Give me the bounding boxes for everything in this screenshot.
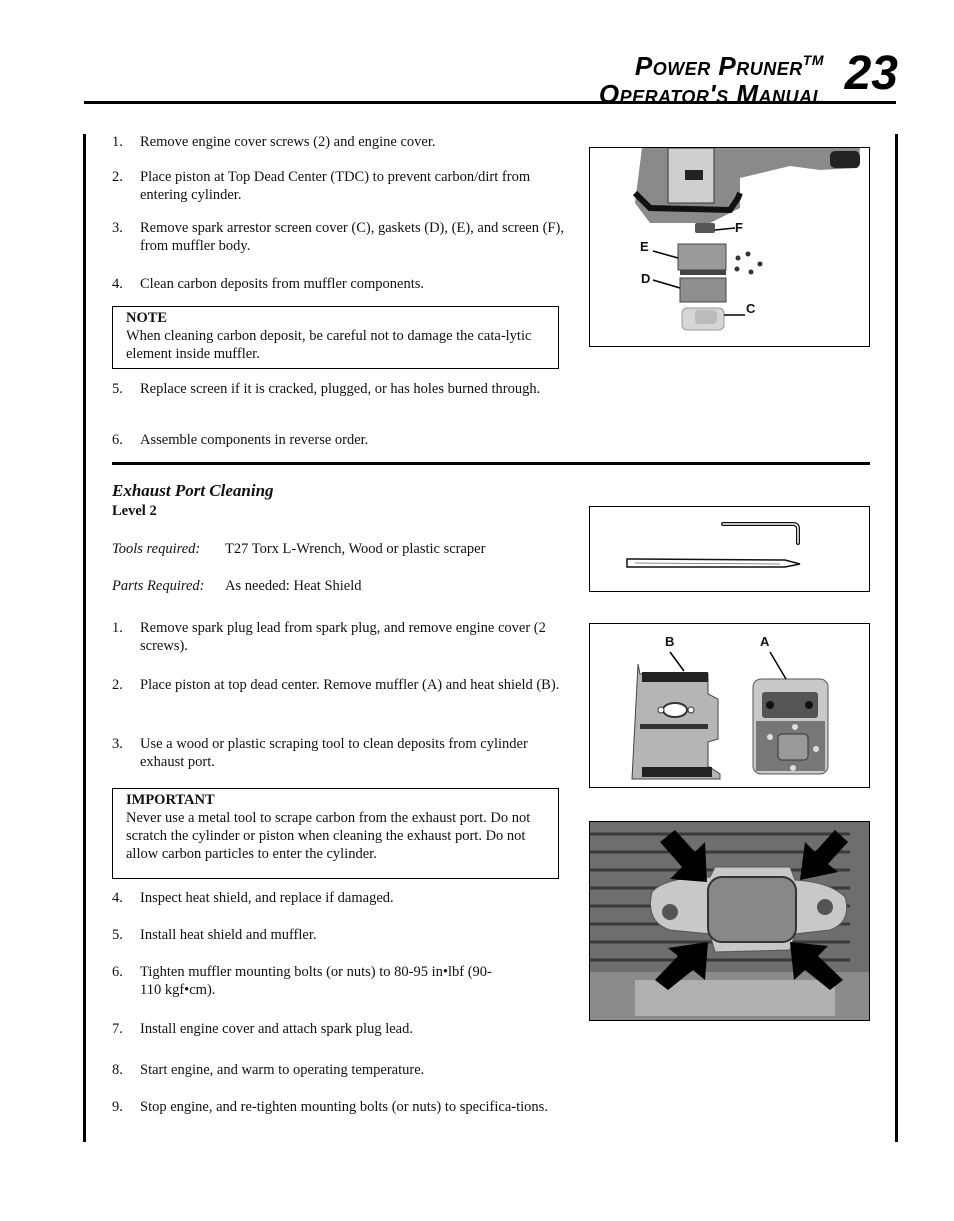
figure-shield-muffler: B A <box>589 623 870 788</box>
step-text: Tighten muffler mounting bolts (or nuts)… <box>140 964 492 998</box>
exhaust-step: 9. Stop engine, and re-tighten mounting … <box>112 1098 564 1116</box>
page-number: 23 <box>844 47 898 100</box>
step-text: Install heat shield and muffler. <box>140 927 317 943</box>
step-text: Place piston at top dead center. Remove … <box>140 677 560 693</box>
step-number: 2. <box>112 169 123 185</box>
left-margin-rule <box>83 134 86 1142</box>
tools-value: T27 Torx L-Wrench, Wood or plastic scrap… <box>225 541 486 557</box>
step-number: 1. <box>112 620 123 636</box>
important-box: IMPORTANT Never use a metal tool to scra… <box>112 788 559 879</box>
exhaust-step: 2. Place piston at top dead center. Remo… <box>112 676 564 694</box>
exhaust-step: 3. Use a wood or plastic scraping tool t… <box>112 735 564 771</box>
callout-b: B <box>665 634 675 649</box>
step-text: Inspect heat shield, and replace if dama… <box>140 890 394 906</box>
gasket-d <box>679 277 727 303</box>
note-title: NOTE <box>126 310 168 326</box>
figure-exhaust-port <box>589 821 870 1021</box>
tools-required: Tools required: T27 Torx L-Wrench, Wood … <box>112 541 485 558</box>
muffler-a <box>752 678 829 775</box>
muffler-step: 4. Clean carbon deposits from muffler co… <box>112 275 564 293</box>
heat-shield-b <box>631 663 721 780</box>
important-title: IMPORTANT <box>126 792 215 808</box>
section-divider <box>112 462 870 465</box>
section-level: Level 2 <box>112 503 157 519</box>
parts-value: As needed: Heat Shield <box>225 578 362 594</box>
step-text: Start engine, and warm to operating temp… <box>140 1062 425 1078</box>
exhaust-step: 7. Install engine cover and attach spark… <box>112 1020 564 1038</box>
step-number: 7. <box>112 1021 123 1037</box>
scraper-icon <box>626 558 801 568</box>
step-text: Replace screen if it is cracked, plugged… <box>140 381 541 397</box>
figure-muffler-exploded: F E D C <box>589 147 870 347</box>
note-box: NOTE When cleaning carbon deposit, be ca… <box>112 306 559 369</box>
screen-cover-c <box>681 307 725 331</box>
callout-a: A <box>760 634 770 649</box>
torx-l-wrench-icon <box>721 522 800 545</box>
step-number: 1. <box>112 134 123 150</box>
step-number: 4. <box>112 276 123 292</box>
engine-illustration <box>632 148 860 223</box>
step-text: Remove spark arrestor screen cover (C), … <box>140 220 564 254</box>
header-rule <box>84 101 896 104</box>
exhaust-step: 5. Install heat shield and muffler. <box>112 926 564 944</box>
figure-tools <box>589 506 870 592</box>
step-text: Assemble components in reverse order. <box>140 432 369 448</box>
step-number: 8. <box>112 1062 123 1078</box>
muffler-step: 1. Remove engine cover screws (2) and en… <box>112 133 564 151</box>
callout-f: F <box>735 220 743 235</box>
trademark: TM <box>802 52 824 68</box>
manual-title: Power PrunerTM Operator's Manual <box>599 46 824 108</box>
step-number: 5. <box>112 927 123 943</box>
step-number: 3. <box>112 220 123 236</box>
step-text: Install engine cover and attach spark pl… <box>140 1021 413 1037</box>
gasket-e <box>677 243 727 275</box>
step-text: Remove engine cover screws (2) and engin… <box>140 134 436 150</box>
step-number: 3. <box>112 736 123 752</box>
step-text: Stop engine, and re-tighten mounting bol… <box>140 1099 548 1115</box>
step-number: 4. <box>112 890 123 906</box>
muffler-step: 2. Place piston at Top Dead Center (TDC)… <box>112 168 564 204</box>
callout-e: E <box>640 239 649 254</box>
section-title: Exhaust Port Cleaning <box>112 481 274 500</box>
parts-label: Parts Required: <box>112 578 205 594</box>
step-text: Remove spark plug lead from spark plug, … <box>140 620 546 654</box>
tools-label: Tools required: <box>112 541 201 557</box>
step-text: Place piston at Top Dead Center (TDC) to… <box>140 169 531 203</box>
step-number: 6. <box>112 964 123 980</box>
screen-f <box>695 223 715 233</box>
muffler-step: 5. Replace screen if it is cracked, plug… <box>112 380 564 398</box>
exhaust-step: 1. Remove spark plug lead from spark plu… <box>112 619 564 655</box>
exhaust-step: 4. Inspect heat shield, and replace if d… <box>112 889 564 907</box>
note-text: When cleaning carbon deposit, be careful… <box>126 328 532 362</box>
callout-c: C <box>746 301 756 316</box>
muffler-step: 6. Assemble components in reverse order. <box>112 431 564 449</box>
title-line-1: Power Pruner <box>634 51 803 81</box>
step-text: Use a wood or plastic scraping tool to c… <box>140 736 528 770</box>
step-number: 2. <box>112 677 123 693</box>
parts-required: Parts Required: As needed: Heat Shield <box>112 578 362 595</box>
important-text: Never use a metal tool to scrape carbon … <box>126 810 531 862</box>
callout-d: D <box>641 271 651 286</box>
exhaust-step: 8. Start engine, and warm to operating t… <box>112 1061 564 1079</box>
screws <box>734 251 763 275</box>
step-number: 5. <box>112 381 123 397</box>
step-number: 6. <box>112 432 123 448</box>
exhaust-step: 6. Tighten muffler mounting bolts (or nu… <box>112 963 564 999</box>
muffler-step: 3. Remove spark arrestor screen cover (C… <box>112 219 564 255</box>
step-text: Clean carbon deposits from muffler compo… <box>140 276 425 292</box>
step-number: 9. <box>112 1099 123 1115</box>
right-margin-rule <box>895 134 898 1142</box>
